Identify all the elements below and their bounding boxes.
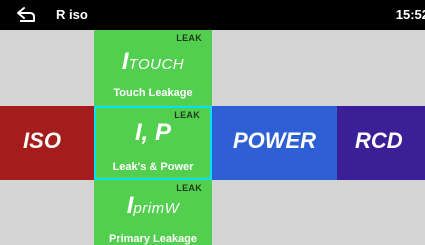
tile-primary-leakage[interactable]: LEAK IprimW Primary Leakage	[94, 180, 212, 245]
title-bar: R iso 15:52	[0, 0, 425, 30]
tile-leaks-power[interactable]: LEAK I, P Leak's & Power	[94, 106, 212, 180]
page-title: R iso	[56, 7, 88, 22]
back-arrow-icon[interactable]	[15, 6, 37, 24]
tile-rcd[interactable]: RCD	[337, 106, 425, 180]
tile-iso[interactable]: ISO	[0, 106, 94, 180]
tile-symbol: POWER	[232, 128, 317, 153]
tile-symbol: ITOUCH	[121, 48, 185, 75]
tile-symbol: I, P	[134, 119, 171, 146]
tile-label: Touch Leakage	[113, 87, 193, 99]
clock: 15:52	[395, 7, 425, 22]
tile-power[interactable]: POWER	[212, 106, 337, 180]
tile-label: Primary Leakage	[108, 233, 198, 245]
tile-symbol: RCD	[355, 128, 403, 153]
tile-touch-leakage[interactable]: LEAK ITOUCH Touch Leakage	[94, 30, 212, 106]
tile-symbol: ISO	[23, 128, 61, 153]
tile-label: Leak's & Power	[112, 161, 194, 173]
tile-symbol: IprimW	[126, 192, 180, 219]
tile-category: LEAK	[176, 33, 202, 43]
